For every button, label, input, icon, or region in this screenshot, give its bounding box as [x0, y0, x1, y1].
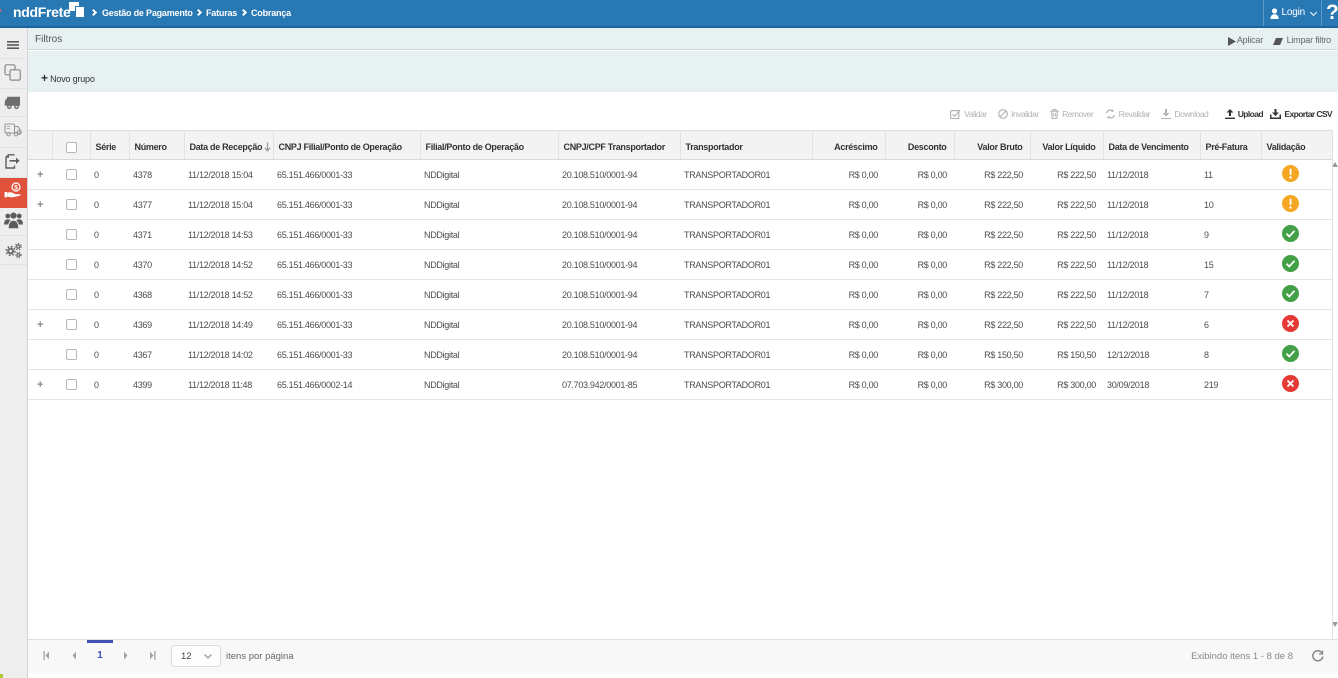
svg-text:$: $ — [14, 184, 18, 191]
